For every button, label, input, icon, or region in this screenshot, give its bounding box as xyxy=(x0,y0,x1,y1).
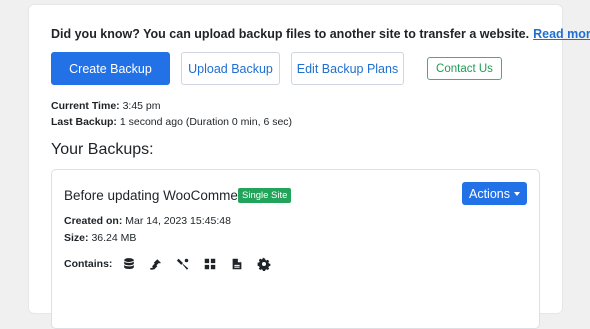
size-label: Size: xyxy=(64,232,89,244)
plugins-icon xyxy=(149,257,163,271)
single-site-badge: Single Site xyxy=(238,188,292,203)
tip-text: Did you know? You can upload backup file… xyxy=(51,27,530,41)
backup-size: Size: 36.24 MB xyxy=(64,232,136,244)
themes-icon xyxy=(176,257,190,271)
backup-title: Before updating WooCommerce xyxy=(64,188,257,203)
current-time: Current Time: 3:45 pm xyxy=(51,100,161,112)
backup-card: Before updating WooCommerce Single Site … xyxy=(51,169,540,329)
read-more-link[interactable]: Read more xyxy=(533,27,590,41)
contact-us-button[interactable]: Contact Us xyxy=(427,57,502,80)
actions-label: Actions xyxy=(469,186,510,201)
current-time-label: Current Time: xyxy=(51,100,120,112)
contains-row: Contains: xyxy=(64,257,284,271)
last-backup-label: Last Backup: xyxy=(51,116,117,128)
last-backup: Last Backup: 1 second ago (Duration 0 mi… xyxy=(51,116,292,128)
tip-notice: Did you know? You can upload backup file… xyxy=(51,27,590,41)
create-backup-button[interactable]: Create Backup xyxy=(51,52,170,85)
upload-backup-button[interactable]: Upload Backup xyxy=(181,52,280,85)
edit-backup-plans-button[interactable]: Edit Backup Plans xyxy=(291,52,404,85)
created-value: Mar 14, 2023 15:45:48 xyxy=(125,215,231,227)
created-on: Created on: Mar 14, 2023 15:45:48 xyxy=(64,215,231,227)
backup-panel: Did you know? You can upload backup file… xyxy=(28,4,590,329)
current-time-value: 3:45 pm xyxy=(122,100,161,112)
media-icon xyxy=(203,257,217,271)
created-label: Created on: xyxy=(64,215,123,227)
files-icon xyxy=(230,257,244,271)
backups-heading: Your Backups: xyxy=(51,141,154,158)
settings-icon xyxy=(257,257,271,271)
contains-label: Contains: xyxy=(64,258,113,270)
chevron-down-icon xyxy=(514,192,520,196)
size-value: 36.24 MB xyxy=(91,232,137,244)
last-backup-value: 1 second ago (Duration 0 min, 6 sec) xyxy=(119,116,293,128)
database-icon xyxy=(122,257,136,271)
actions-dropdown-button[interactable]: Actions xyxy=(462,182,527,205)
